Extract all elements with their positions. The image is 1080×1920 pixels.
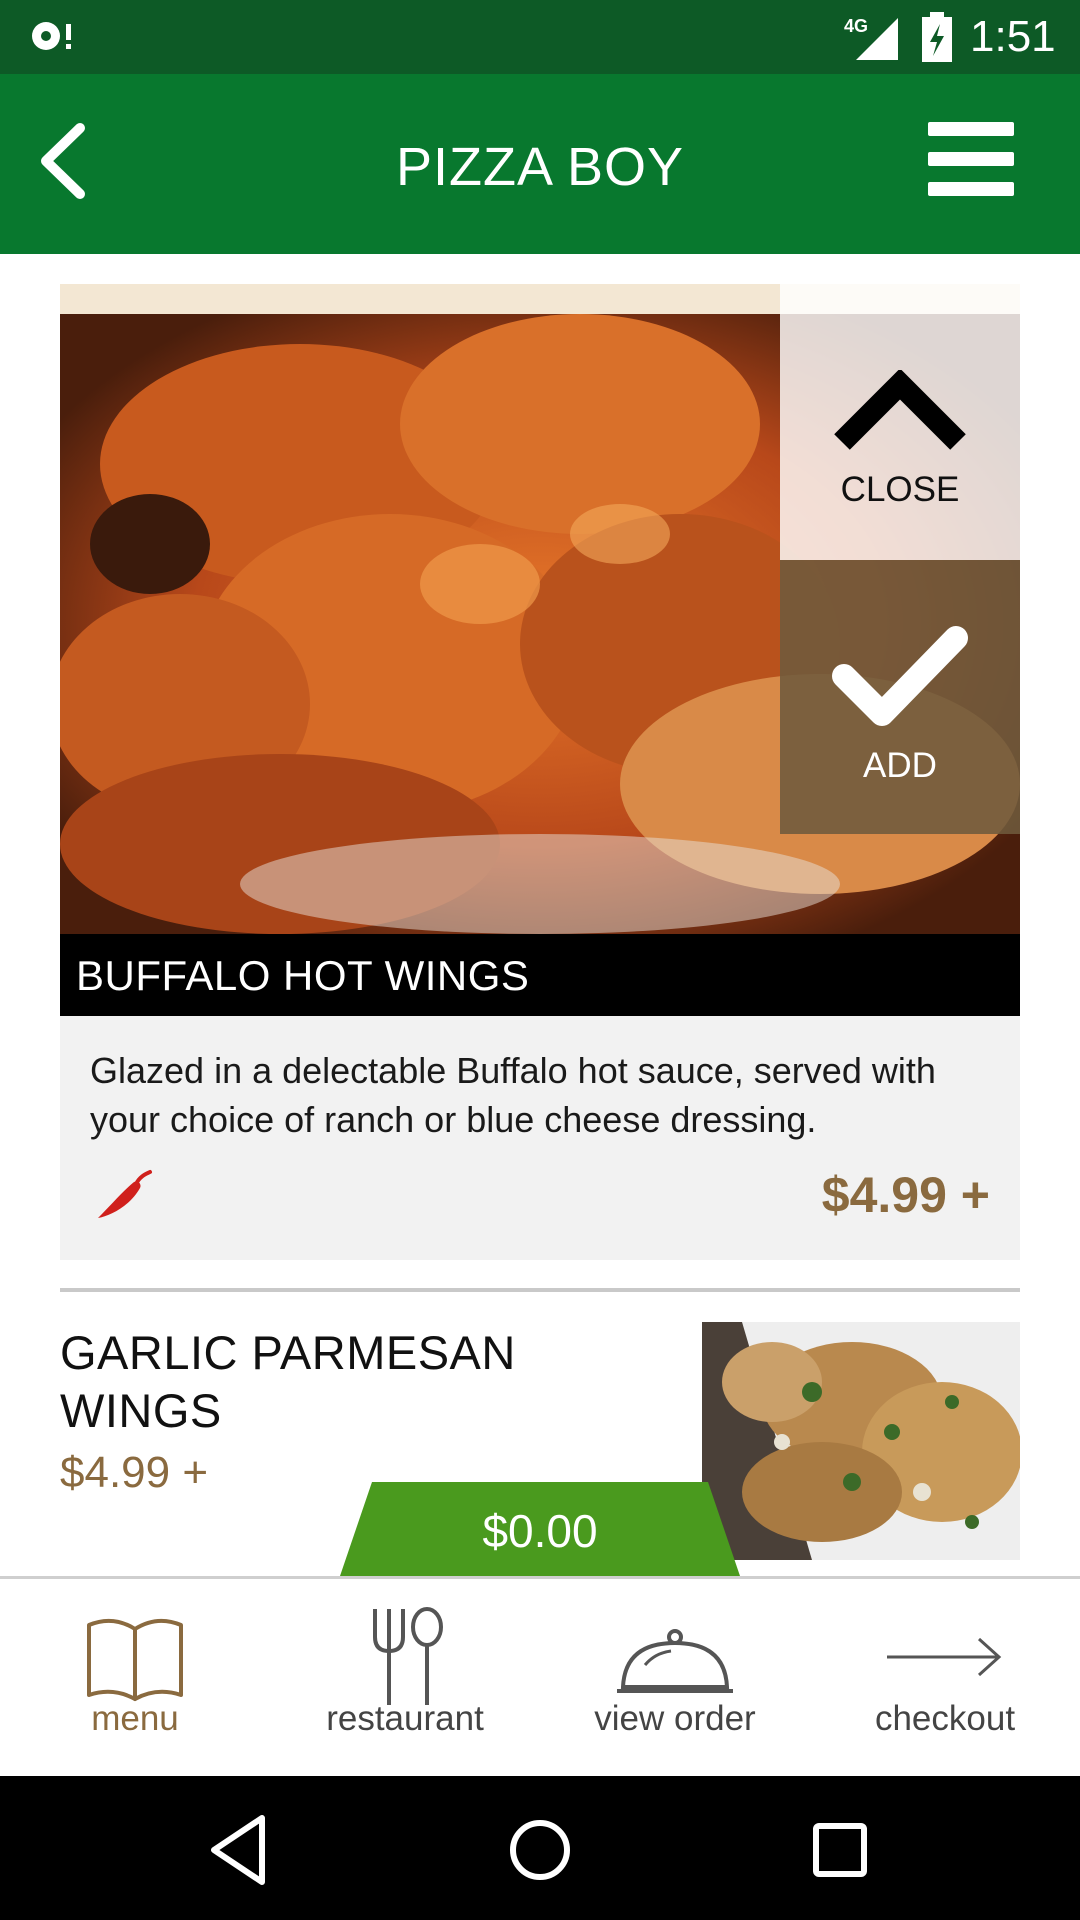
garlic-parmesan-wings-photo[interactable] [702, 1322, 1020, 1560]
nav-restaurant[interactable]: restaurant [270, 1579, 540, 1779]
close-label: CLOSE [840, 470, 960, 509]
nav-checkout-label: checkout [874, 1699, 1016, 1738]
chevron-up-icon [834, 370, 966, 450]
featured-item-image: CLOSE ADD [60, 284, 1020, 934]
add-button[interactable]: ADD [780, 560, 1020, 834]
book-icon [87, 1618, 183, 1701]
system-navigation-bar [0, 1776, 1080, 1920]
system-back-icon[interactable] [200, 1810, 280, 1890]
menu-item-price: $4.99 + [60, 1448, 209, 1497]
hamburger-menu-icon[interactable] [928, 122, 1014, 196]
arrow-right-icon [887, 1637, 1002, 1677]
featured-item-details: Glazed in a delectable Buffalo hot sauce… [60, 1016, 1020, 1260]
page-title: PIZZA BOY [395, 137, 685, 197]
divider [60, 1288, 1020, 1292]
app-bar: PIZZA BOY [0, 74, 1080, 254]
nav-view-order[interactable]: view order [540, 1579, 810, 1779]
fork-spoon-icon [373, 1607, 443, 1705]
chili-pepper-icon [98, 1170, 152, 1218]
notification-icon [32, 22, 71, 50]
cell-signal-icon: 4G [844, 16, 898, 60]
cart-total: $0.00 [482, 1505, 598, 1557]
nav-menu[interactable]: menu [0, 1579, 270, 1779]
menu-item-name[interactable]: GARLIC PARMESAN WINGS [60, 1324, 620, 1440]
system-recents-icon[interactable] [800, 1810, 880, 1890]
status-bar: 4G 1:51 [0, 0, 1080, 74]
featured-item-title-bar: BUFFALO HOT WINGS [60, 934, 1020, 1016]
status-time: 1:51 [970, 12, 1056, 61]
featured-item-description: Glazed in a delectable Buffalo hot sauce… [90, 1050, 936, 1140]
system-home-icon[interactable] [500, 1810, 580, 1890]
checkmark-icon [832, 626, 968, 726]
battery-icon [922, 12, 952, 62]
nav-restaurant-label: restaurant [326, 1699, 484, 1738]
nav-view-order-label: view order [594, 1699, 756, 1738]
nav-menu-label: menu [91, 1699, 179, 1738]
bottom-navigation: menu restaurant view order checkout [0, 1576, 1080, 1776]
cart-total-tab[interactable]: $0.00 [340, 1482, 740, 1576]
add-label: ADD [863, 746, 937, 785]
featured-item-name: BUFFALO HOT WINGS [76, 952, 530, 999]
nav-checkout[interactable]: checkout [810, 1579, 1080, 1779]
featured-item-price: $4.99 + [821, 1167, 990, 1223]
close-button[interactable]: CLOSE [780, 284, 1020, 560]
cloche-icon [617, 1629, 733, 1693]
svg-text:4G: 4G [844, 16, 868, 36]
